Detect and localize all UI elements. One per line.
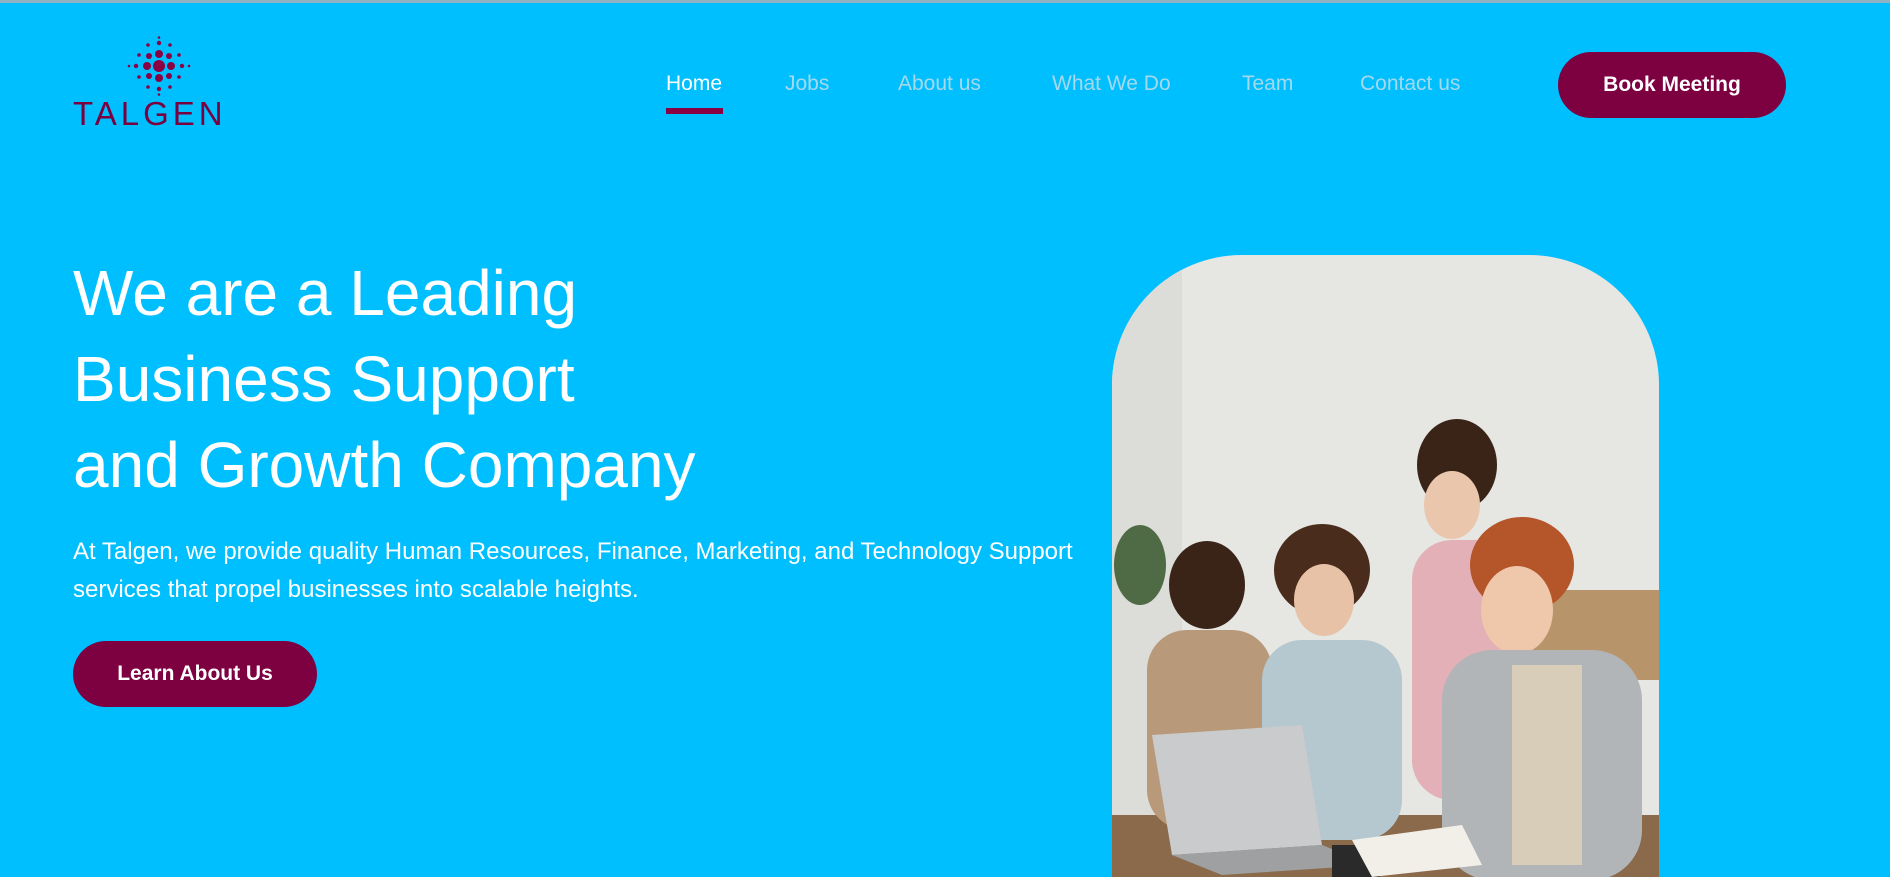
nav-home[interactable]: Home <box>666 72 722 96</box>
hero-title-line-1: We are a Leading <box>73 257 578 329</box>
logo-dots-icon <box>127 36 191 96</box>
hero-title-line-3: and Growth Company <box>73 429 696 501</box>
hero-description: At Talgen, we provide quality Human Reso… <box>73 538 1073 603</box>
team-meeting-illustration <box>1112 255 1659 877</box>
nav-contact-us[interactable]: Contact us <box>1360 72 1460 96</box>
team-meeting-photo <box>1112 255 1659 877</box>
nav-jobs[interactable]: Jobs <box>785 72 829 96</box>
top-border <box>0 0 1890 3</box>
nav-active-indicator <box>666 108 723 114</box>
logo-wordmark: TALGEN <box>73 95 227 132</box>
nav-about-us[interactable]: About us <box>898 72 981 96</box>
nav-what-we-do[interactable]: What We Do <box>1052 72 1171 96</box>
hero-title: We are a Leading Business Support and Gr… <box>73 250 973 508</box>
talgen-logo[interactable]: TALGEN <box>73 36 243 132</box>
learn-about-us-button[interactable]: Learn About Us <box>73 641 317 707</box>
nav-team[interactable]: Team <box>1242 72 1293 96</box>
book-meeting-button[interactable]: Book Meeting <box>1558 52 1786 118</box>
hero-title-line-2: Business Support <box>73 343 575 415</box>
